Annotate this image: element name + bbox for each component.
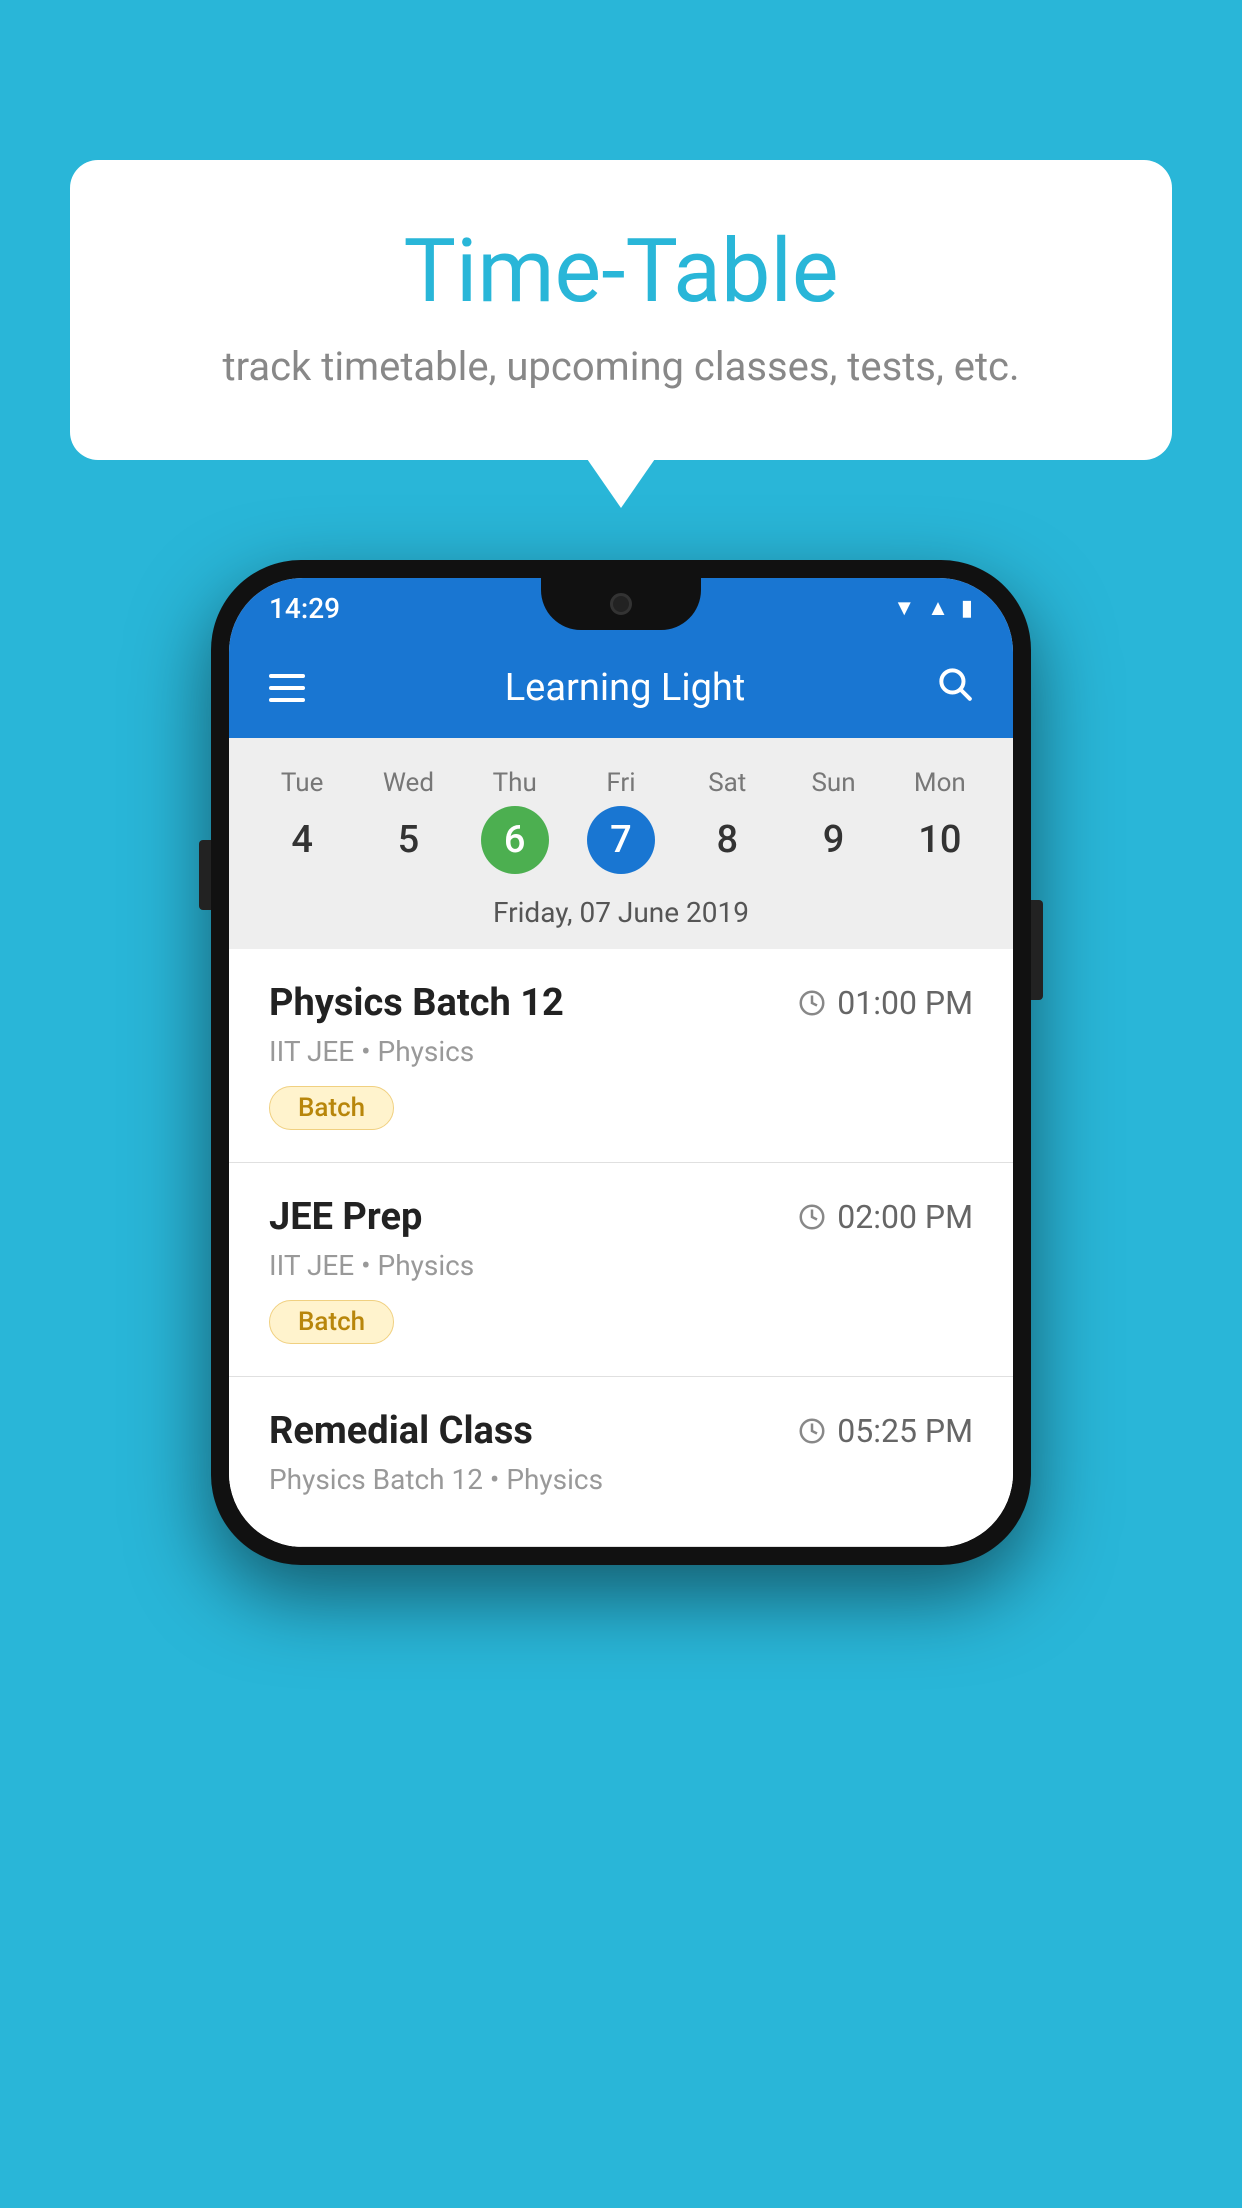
batch-badge: Batch — [269, 1086, 394, 1130]
calendar-day-7[interactable]: Fri 7 — [576, 758, 666, 884]
status-time: 14:29 — [269, 592, 340, 625]
phone-outer: 14:29 ▼ ▲ ▮ Learning Light — [211, 560, 1031, 1565]
day-name-label: Mon — [914, 768, 966, 798]
bubble-subtitle: track timetable, upcoming classes, tests… — [150, 343, 1092, 390]
day-name-label: Sat — [708, 768, 746, 798]
clock-icon — [797, 1202, 827, 1232]
day-name-label: Fri — [606, 768, 635, 798]
calendar-day-6[interactable]: Thu 6 — [470, 758, 560, 884]
search-button[interactable] — [935, 664, 973, 712]
day-number: 8 — [693, 806, 761, 874]
class-name: JEE Prep — [269, 1195, 422, 1239]
day-number: 10 — [906, 806, 974, 874]
class-time: 02:00 PM — [797, 1198, 973, 1236]
day-number: 6 — [481, 806, 549, 874]
selected-date-label: Friday, 07 June 2019 — [229, 884, 1013, 949]
phone-notch — [541, 578, 701, 630]
signal-icon: ▲ — [927, 595, 949, 621]
app-bar: Learning Light — [229, 638, 1013, 738]
batch-badge: Batch — [269, 1300, 394, 1344]
calendar-day-8[interactable]: Sat 8 — [682, 758, 772, 884]
calendar-day-10[interactable]: Mon 10 — [895, 758, 985, 884]
battery-icon: ▮ — [961, 596, 973, 621]
class-item-header: Physics Batch 12 01:00 PM — [269, 981, 973, 1025]
class-item-header: Remedial Class 05:25 PM — [269, 1409, 973, 1453]
phone-mockup: 14:29 ▼ ▲ ▮ Learning Light — [211, 560, 1031, 1565]
day-name-label: Thu — [493, 768, 537, 798]
class-time-text: 02:00 PM — [837, 1198, 973, 1236]
status-icons: ▼ ▲ ▮ — [893, 595, 973, 621]
class-time: 01:00 PM — [797, 984, 973, 1022]
day-number: 9 — [800, 806, 868, 874]
class-time-text: 05:25 PM — [837, 1412, 973, 1450]
days-row: Tue 4 Wed 5 Thu 6 Fri 7 Sat 8 Sun 9 Mon 10 — [229, 758, 1013, 884]
class-meta: Physics Batch 12 • Physics — [269, 1463, 973, 1496]
notch-camera — [610, 593, 632, 615]
speech-bubble: Time-Table track timetable, upcoming cla… — [70, 160, 1172, 460]
class-item[interactable]: JEE Prep 02:00 PM IIT JEE • Physics Batch — [229, 1163, 1013, 1377]
day-number: 4 — [268, 806, 336, 874]
hamburger-menu-icon[interactable] — [269, 674, 305, 702]
app-bar-title: Learning Light — [345, 666, 905, 710]
class-item[interactable]: Remedial Class 05:25 PM Physics Batch 12 •… — [229, 1377, 1013, 1547]
day-number: 7 — [587, 806, 655, 874]
class-meta: IIT JEE • Physics — [269, 1035, 973, 1068]
class-list: Physics Batch 12 01:00 PM IIT JEE • Physic… — [229, 949, 1013, 1547]
day-name-label: Sun — [811, 768, 855, 798]
bubble-title: Time-Table — [150, 220, 1092, 323]
class-item[interactable]: Physics Batch 12 01:00 PM IIT JEE • Physic… — [229, 949, 1013, 1163]
calendar-day-9[interactable]: Sun 9 — [789, 758, 879, 884]
clock-icon — [797, 988, 827, 1018]
day-number: 5 — [374, 806, 442, 874]
calendar-day-5[interactable]: Wed 5 — [363, 758, 453, 884]
class-name: Physics Batch 12 — [269, 981, 564, 1025]
phone-inner: 14:29 ▼ ▲ ▮ Learning Light — [229, 578, 1013, 1547]
wifi-icon: ▼ — [893, 595, 915, 621]
clock-icon — [797, 1416, 827, 1446]
class-name: Remedial Class — [269, 1409, 533, 1453]
day-name-label: Wed — [383, 768, 434, 798]
calendar-strip: Tue 4 Wed 5 Thu 6 Fri 7 Sat 8 Sun 9 Mon 10 Friday, 07… — [229, 738, 1013, 949]
calendar-day-4[interactable]: Tue 4 — [257, 758, 347, 884]
class-item-header: JEE Prep 02:00 PM — [269, 1195, 973, 1239]
speech-bubble-container: Time-Table track timetable, upcoming cla… — [70, 160, 1172, 460]
class-meta: IIT JEE • Physics — [269, 1249, 973, 1282]
class-time: 05:25 PM — [797, 1412, 973, 1450]
day-name-label: Tue — [281, 768, 323, 798]
class-time-text: 01:00 PM — [837, 984, 973, 1022]
